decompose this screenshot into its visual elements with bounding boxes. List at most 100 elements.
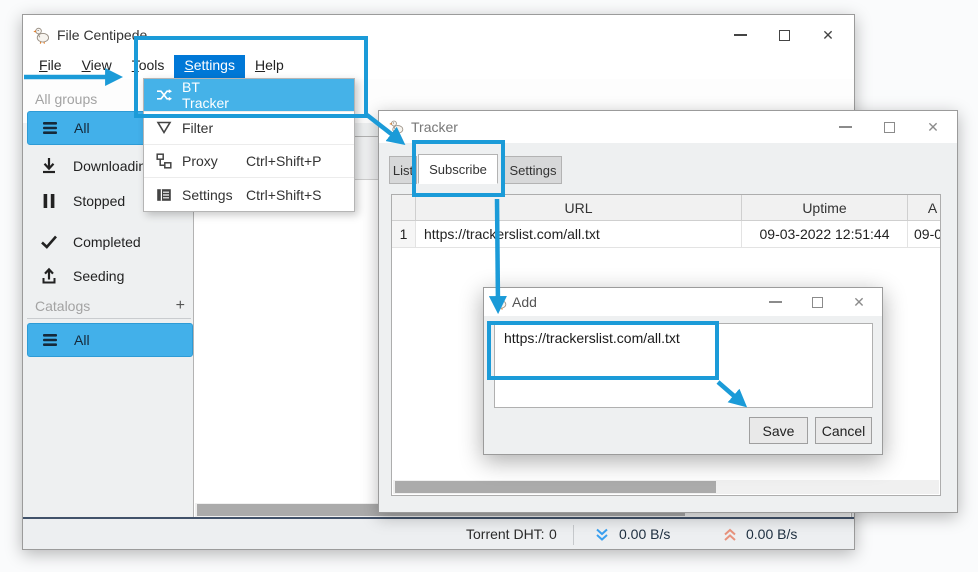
close-button[interactable]: ✕: [806, 15, 850, 55]
minimize-icon: [839, 126, 852, 128]
menu-item-label: Filter: [182, 120, 246, 136]
dialog-title: Tracker: [411, 119, 458, 135]
col-header-uptime[interactable]: Uptime: [742, 195, 908, 221]
sidebar-item-label: All: [74, 332, 90, 348]
close-icon: ✕: [927, 119, 939, 136]
app-duck-icon: [33, 26, 51, 44]
add-dialog: Add ✕ https://trackerslist.com/all.txt S…: [483, 287, 883, 455]
proxy-icon: [156, 153, 172, 169]
app-duck-icon: [492, 294, 508, 310]
menu-item-proxy[interactable]: Proxy Ctrl+Shift+P: [144, 145, 354, 178]
maximize-icon: [779, 30, 790, 41]
minimize-icon: [734, 34, 747, 36]
row-number-cell: 1: [392, 221, 416, 248]
download-icon: [39, 156, 59, 176]
table-hscrollbar[interactable]: [393, 480, 939, 494]
sidebar-item-seeding[interactable]: Seeding: [27, 260, 193, 292]
menu-item-filter[interactable]: Filter: [144, 112, 354, 145]
menu-icon: [40, 330, 60, 350]
app-duck-icon: [389, 119, 405, 135]
window-title: File Centipede: [57, 27, 147, 43]
all-groups-selector[interactable]: All groups: [35, 91, 97, 107]
menubar: File View Tools Settings Help: [23, 55, 854, 79]
sidebar-item-label: Seeding: [73, 268, 124, 284]
close-button[interactable]: ✕: [911, 111, 955, 143]
table-header-row: URL Uptime A: [392, 195, 941, 221]
close-icon: ✕: [822, 27, 834, 44]
settings-dropdown-menu: BT Tracker Filter Proxy Ctrl+Shift+P Set…: [143, 78, 355, 212]
tab-label: Subscribe: [429, 162, 487, 177]
cancel-button[interactable]: Cancel: [815, 417, 872, 444]
close-button[interactable]: ✕: [838, 288, 880, 316]
tab-label: Settings: [510, 163, 557, 178]
maximize-icon: [812, 297, 823, 308]
menu-item-label: BT Tracker: [182, 79, 246, 111]
upload-speed-icon: [723, 528, 737, 542]
upload-speed-value: 0.00 B/s: [746, 526, 797, 542]
minimize-button[interactable]: [754, 288, 796, 316]
menu-item-bt-tracker[interactable]: BT Tracker: [144, 79, 354, 112]
upload-icon: [39, 266, 59, 286]
sidebar-catalog-all[interactable]: All: [27, 323, 193, 357]
window-controls: ✕: [718, 15, 850, 55]
menu-file[interactable]: File: [29, 55, 72, 79]
col-header-url[interactable]: URL: [416, 195, 742, 221]
window-controls: ✕: [754, 288, 880, 316]
pause-icon: [39, 191, 59, 211]
dht-value: 0: [549, 526, 557, 542]
check-icon: [39, 232, 59, 252]
window-controls: ✕: [823, 111, 955, 143]
minimize-icon: [769, 301, 782, 303]
download-speed-value: 0.00 B/s: [619, 526, 670, 542]
bt-tracker-icon: [156, 87, 172, 103]
tab-label: List: [393, 163, 413, 178]
add-titlebar[interactable]: Add ✕: [484, 288, 882, 316]
tab-subscribe[interactable]: Subscribe: [418, 154, 498, 184]
filter-icon: [156, 120, 172, 136]
tab-settings[interactable]: Settings: [504, 156, 562, 184]
catalogs-header: Catalogs +: [27, 295, 191, 319]
save-button[interactable]: Save: [749, 417, 808, 444]
dialog-title: Add: [512, 294, 537, 310]
maximize-button[interactable]: [796, 288, 838, 316]
menu-tools[interactable]: Tools: [122, 55, 175, 79]
added-cell: 09-0: [908, 221, 941, 248]
menu-item-shortcut: Ctrl+Shift+P: [246, 153, 321, 169]
maximize-button[interactable]: [762, 15, 806, 55]
minimize-button[interactable]: [823, 111, 867, 143]
menu-help[interactable]: Help: [245, 55, 294, 79]
col-header-added[interactable]: A: [908, 195, 941, 221]
menu-view[interactable]: View: [72, 55, 122, 79]
main-titlebar[interactable]: File Centipede ✕: [23, 15, 854, 55]
menu-item-settings[interactable]: Settings Ctrl+Shift+S: [144, 178, 354, 211]
tab-list[interactable]: List: [389, 156, 417, 184]
sidebar-item-completed[interactable]: Completed: [27, 226, 193, 258]
sidebar-item-label: Downloading: [73, 158, 154, 174]
sidebar-item-label: All: [74, 120, 90, 136]
menu-settings[interactable]: Settings: [174, 55, 245, 79]
tracker-url-input[interactable]: https://trackerslist.com/all.txt: [494, 323, 873, 408]
maximize-icon: [884, 122, 895, 133]
settings-icon: [156, 187, 172, 203]
table-row[interactable]: 1 https://trackerslist.com/all.txt 09-03…: [392, 221, 941, 248]
add-catalog-button[interactable]: +: [176, 297, 185, 315]
dht-label: Torrent DHT:: [466, 526, 545, 542]
status-bar: Torrent DHT: 0 0.00 B/s 0.00 B/s: [23, 517, 854, 549]
menu-item-label: Settings: [182, 187, 246, 203]
url-cell: https://trackerslist.com/all.txt: [416, 221, 742, 248]
scrollbar-thumb[interactable]: [395, 481, 716, 493]
minimize-button[interactable]: [718, 15, 762, 55]
menu-item-label: Proxy: [182, 153, 246, 169]
col-header-num[interactable]: [392, 195, 416, 221]
maximize-button[interactable]: [867, 111, 911, 143]
sidebar-item-label: Completed: [73, 234, 141, 250]
desktop: File Centipede ✕ File View Tools Setting…: [0, 0, 978, 572]
catalogs-label: Catalogs: [35, 298, 90, 314]
status-separator: [573, 525, 574, 545]
download-speed-icon: [595, 528, 609, 542]
menu-icon: [40, 118, 60, 138]
uptime-cell: 09-03-2022 12:51:44: [742, 221, 908, 248]
menu-item-shortcut: Ctrl+Shift+S: [246, 187, 321, 203]
tracker-titlebar[interactable]: Tracker ✕: [379, 111, 957, 143]
close-icon: ✕: [853, 294, 865, 311]
